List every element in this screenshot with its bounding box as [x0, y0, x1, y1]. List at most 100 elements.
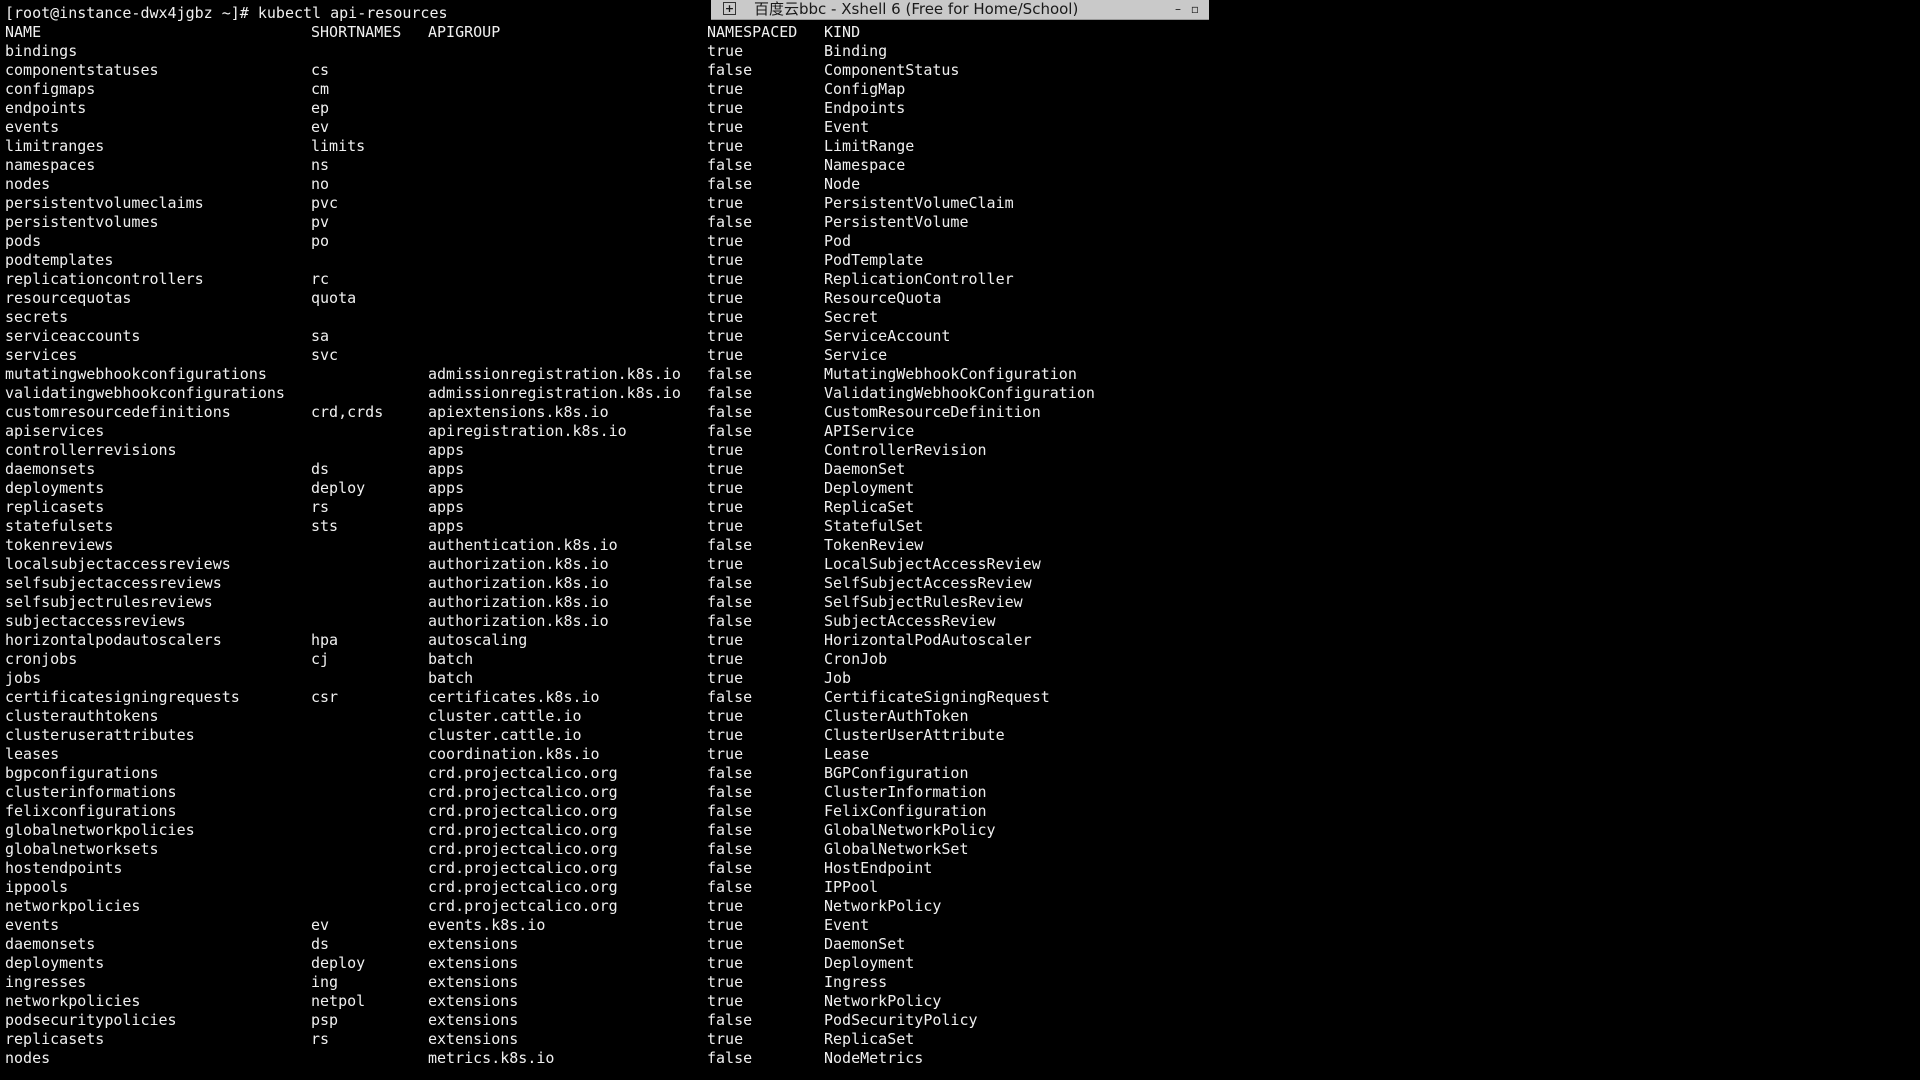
- row-namespaced: false: [707, 859, 753, 877]
- row-apigroup: authorization.k8s.io: [428, 593, 609, 611]
- table-row: apiservices apiregistration.k8s.io false AP…: [0, 422, 1920, 441]
- row-shortnames: ev: [311, 916, 330, 934]
- row-kind: FelixConfiguration: [824, 802, 987, 820]
- row-kind: HorizontalPodAutoscaler: [824, 631, 1032, 649]
- row-shortnames: ds: [311, 460, 330, 478]
- row-apigroup: admissionregistration.k8s.io: [428, 365, 681, 383]
- row-kind: SubjectAccessReview: [824, 612, 996, 630]
- restore-button[interactable]: ▫: [1188, 1, 1202, 17]
- row-apigroup: autoscaling: [428, 631, 528, 649]
- row-apigroup: authorization.k8s.io: [428, 574, 609, 592]
- table-row: ingresses ing extensions true Ingress: [0, 973, 1920, 992]
- row-namespaced: true: [707, 308, 744, 326]
- table-row: cronjobs cj batch true CronJob: [0, 650, 1920, 669]
- row-kind: SelfSubjectRulesReview: [824, 593, 1023, 611]
- row-name: networkpolicies: [5, 897, 141, 915]
- row-namespaced: false: [707, 213, 753, 231]
- row-kind: ResourceQuota: [824, 289, 942, 307]
- table-row: componentstatuses cs false ComponentStatus: [0, 61, 1920, 80]
- table-row: subjectaccessreviews authorization.k8s.io…: [0, 612, 1920, 631]
- row-name: podsecuritypolicies: [5, 1011, 177, 1029]
- row-namespaced: true: [707, 441, 744, 459]
- table-row: felixconfigurations crd.projectcalico.org…: [0, 802, 1920, 821]
- row-kind: ReplicaSet: [824, 498, 915, 516]
- row-apigroup: batch: [428, 650, 474, 668]
- row-shortnames: csr: [311, 688, 339, 706]
- row-kind: ComponentStatus: [824, 61, 960, 79]
- row-kind: CronJob: [824, 650, 888, 668]
- row-namespaced: true: [707, 479, 744, 497]
- row-kind: CertificateSigningRequest: [824, 688, 1050, 706]
- row-name: localsubjectaccessreviews: [5, 555, 231, 573]
- row-kind: Lease: [824, 745, 870, 763]
- table-row: mutatingwebhookconfigurations admissionre…: [0, 365, 1920, 384]
- row-name: pods: [5, 232, 42, 250]
- row-shortnames: rs: [311, 1030, 330, 1048]
- row-kind: HostEndpoint: [824, 859, 933, 877]
- row-kind: Endpoints: [824, 99, 906, 117]
- row-namespaced: true: [707, 346, 744, 364]
- minimize-button[interactable]: –: [1171, 1, 1185, 17]
- table-row: serviceaccounts sa true ServiceAccount: [0, 327, 1920, 346]
- row-name: jobs: [5, 669, 42, 687]
- row-kind: Deployment: [824, 479, 915, 497]
- table-body: bindings true Binding componentstatuses cs fa…: [0, 42, 1920, 1068]
- table-row: replicasets rs extensions true ReplicaSet: [0, 1030, 1920, 1049]
- row-name: replicasets: [5, 1030, 105, 1048]
- row-namespaced: false: [707, 821, 753, 839]
- row-shortnames: po: [311, 232, 330, 250]
- row-kind: PodSecurityPolicy: [824, 1011, 978, 1029]
- row-name: nodes: [5, 175, 51, 193]
- row-kind: ConfigMap: [824, 80, 906, 98]
- row-namespaced: false: [707, 1011, 753, 1029]
- table-row: configmaps cm true ConfigMap: [0, 80, 1920, 99]
- row-apigroup: authorization.k8s.io: [428, 555, 609, 573]
- row-shortnames: ds: [311, 935, 330, 953]
- row-shortnames: deploy: [311, 479, 366, 497]
- row-kind: DaemonSet: [824, 460, 906, 478]
- row-shortnames: ns: [311, 156, 330, 174]
- row-namespaced: false: [707, 384, 753, 402]
- row-namespaced: true: [707, 726, 744, 744]
- table-row: services svc true Service: [0, 346, 1920, 365]
- table-row: clusteruserattributes cluster.cattle.io tr…: [0, 726, 1920, 745]
- row-namespaced: true: [707, 897, 744, 915]
- row-apigroup: crd.projectcalico.org: [428, 840, 618, 858]
- api-resources-table: NAME SHORTNAMES APIGROUP NAMESPACED KIND…: [0, 23, 1920, 1068]
- row-kind: Binding: [824, 42, 888, 60]
- row-shortnames: quota: [311, 289, 357, 307]
- table-row: ippools crd.projectcalico.org false IPPool: [0, 878, 1920, 897]
- row-name: globalnetworksets: [5, 840, 159, 858]
- row-kind: ClusterInformation: [824, 783, 987, 801]
- row-apigroup: extensions: [428, 1030, 519, 1048]
- table-row: nodes no false Node: [0, 175, 1920, 194]
- row-kind: Secret: [824, 308, 879, 326]
- xshell-title-bar[interactable]: + 百度云bbc - Xshell 6 (Free for Home/Schoo…: [711, 0, 1209, 20]
- table-row: leases coordination.k8s.io true Lease: [0, 745, 1920, 764]
- row-namespaced: false: [707, 536, 753, 554]
- table-row: customresourcedefinitions crd,crds apiexte…: [0, 403, 1920, 422]
- row-namespaced: true: [707, 555, 744, 573]
- row-kind: NetworkPolicy: [824, 897, 942, 915]
- row-namespaced: true: [707, 80, 744, 98]
- terminal-window[interactable]: [root@instance-dwx4jgbz ~]# kubectl api-…: [0, 0, 1920, 1080]
- row-namespaced: true: [707, 289, 744, 307]
- row-namespaced: true: [707, 517, 744, 535]
- pin-icon[interactable]: +: [723, 2, 736, 15]
- row-name: selfsubjectrulesreviews: [5, 593, 213, 611]
- row-apigroup: batch: [428, 669, 474, 687]
- row-name: hostendpoints: [5, 859, 123, 877]
- row-apigroup: apiregistration.k8s.io: [428, 422, 627, 440]
- row-kind: GlobalNetworkPolicy: [824, 821, 996, 839]
- header-shortnames: SHORTNAMES: [311, 23, 402, 41]
- row-namespaced: true: [707, 954, 744, 972]
- row-name: certificatesigningrequests: [5, 688, 240, 706]
- row-apigroup: apiextensions.k8s.io: [428, 403, 609, 421]
- header-namespaced: NAMESPACED: [707, 23, 798, 41]
- table-row: endpoints ep true Endpoints: [0, 99, 1920, 118]
- row-shortnames: pv: [311, 213, 330, 231]
- table-row: nodes metrics.k8s.io false NodeMetrics: [0, 1049, 1920, 1068]
- row-namespaced: true: [707, 707, 744, 725]
- row-name: persistentvolumeclaims: [5, 194, 204, 212]
- table-row: clusterauthtokens cluster.cattle.io true Cl…: [0, 707, 1920, 726]
